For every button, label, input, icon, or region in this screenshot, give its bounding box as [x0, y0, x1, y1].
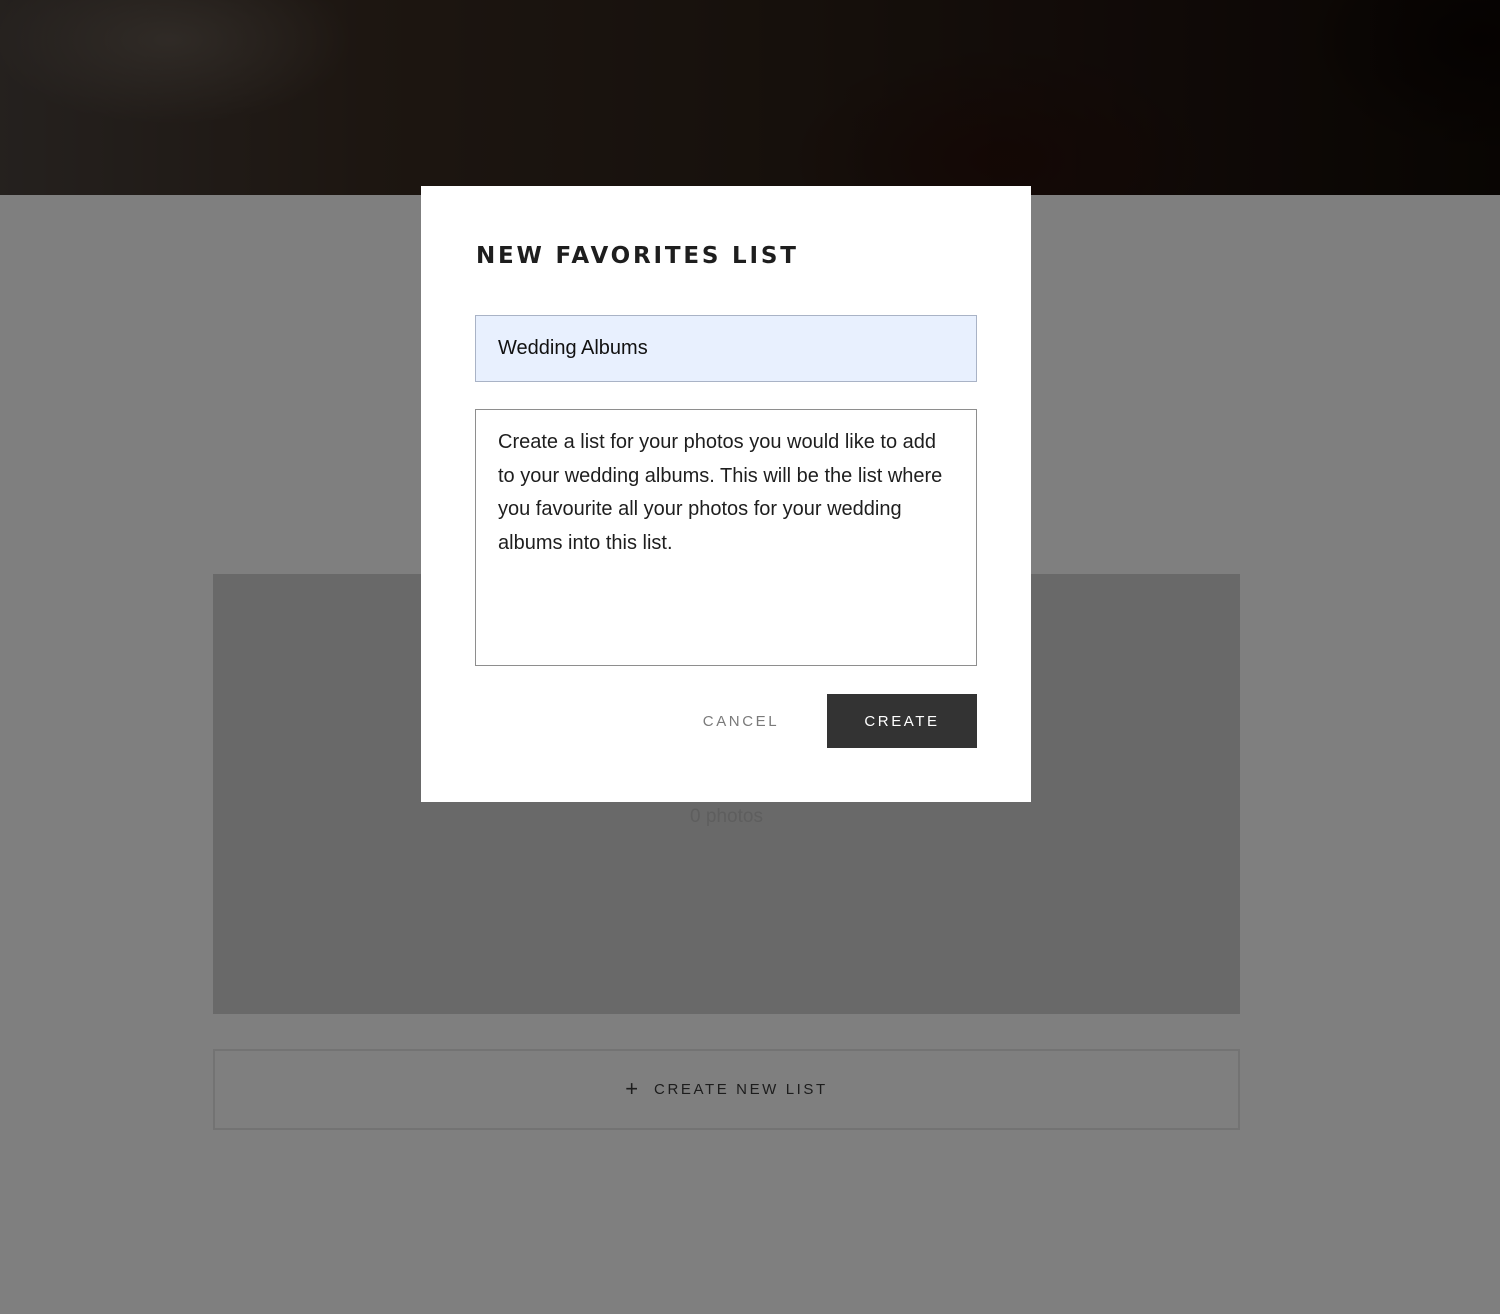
create-button[interactable]: CREATE: [827, 694, 977, 748]
cancel-button[interactable]: CANCEL: [686, 694, 796, 748]
new-favorites-list-dialog: NEW FAVORITES LIST Create a list for you…: [421, 186, 1031, 802]
list-description-textarea[interactable]: Create a list for your photos you would …: [475, 409, 977, 666]
dialog-title: NEW FAVORITES LIST: [476, 243, 799, 269]
list-name-input[interactable]: [475, 315, 977, 382]
